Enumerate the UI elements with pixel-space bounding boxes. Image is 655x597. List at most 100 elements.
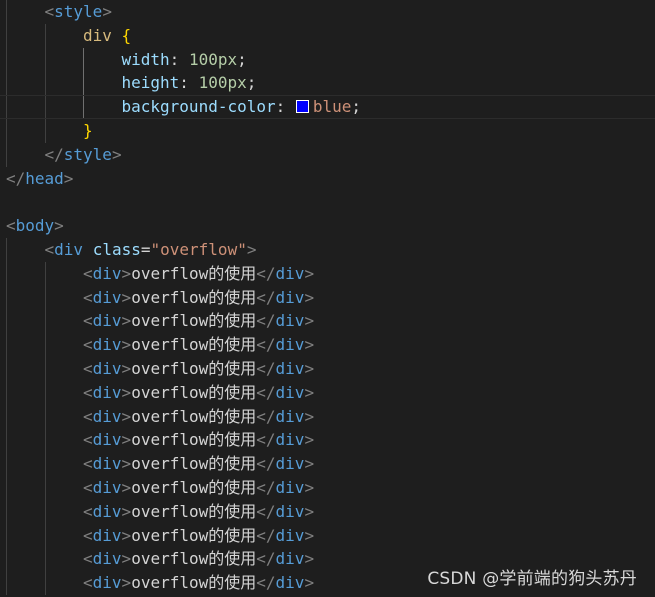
- code-token: div: [275, 335, 305, 355]
- code-token: >: [111, 144, 122, 164]
- code-token: <: [44, 2, 55, 21]
- code-token: div: [92, 263, 122, 283]
- code-token: overflow的使用: [131, 454, 257, 474]
- code-line[interactable]: <div>overflow的使用</div>: [0, 428, 655, 452]
- code-line[interactable]: <div>overflow的使用</div>: [0, 286, 655, 310]
- code-token: >: [304, 430, 315, 450]
- code-token: >: [304, 549, 315, 569]
- code-token: div: [275, 263, 305, 283]
- code-token: >: [304, 501, 315, 521]
- code-line[interactable]: <div>overflow的使用</div>: [0, 381, 655, 405]
- code-line[interactable]: background-color: blue;: [0, 95, 655, 119]
- code-token: div: [92, 359, 122, 378]
- code-token: <: [83, 311, 93, 331]
- code-line[interactable]: [0, 190, 655, 214]
- code-line[interactable]: div {: [0, 24, 655, 48]
- code-token: <: [83, 287, 93, 307]
- code-token: }: [83, 121, 93, 140]
- code-token: >: [121, 573, 132, 593]
- code-line[interactable]: height: 100px;: [0, 71, 655, 95]
- code-token: ;: [351, 97, 362, 117]
- code-token: div: [83, 25, 112, 45]
- code-line[interactable]: <div>overflow的使用</div>: [0, 357, 655, 381]
- code-token: </: [256, 573, 276, 593]
- code-token: >: [304, 525, 315, 545]
- code-token: </: [256, 525, 276, 545]
- code-line[interactable]: <div>overflow的使用</div>: [0, 309, 655, 333]
- code-token: >: [304, 382, 315, 402]
- code-line[interactable]: <div>overflow的使用</div>: [0, 333, 655, 357]
- code-token: </: [256, 430, 276, 450]
- code-token: div: [92, 335, 122, 355]
- code-token: >: [304, 406, 315, 426]
- code-token: >: [121, 430, 132, 450]
- csdn-watermark: CSDN @学前端的狗头苏丹: [427, 569, 637, 589]
- code-token: </: [256, 454, 276, 474]
- code-token: overflow的使用: [131, 406, 257, 426]
- code-line[interactable]: </head>: [0, 167, 655, 191]
- code-token: div: [275, 501, 305, 521]
- code-line[interactable]: <div class="overflow">: [0, 238, 655, 262]
- code-line[interactable]: <div>overflow的使用</div>: [0, 405, 655, 429]
- code-token: style: [54, 2, 103, 21]
- code-editor[interactable]: <style> div {width: 100px; height: 100px; b…: [0, 0, 655, 597]
- code-line[interactable]: <div>overflow的使用</div>: [0, 262, 655, 286]
- code-token: div: [92, 478, 122, 497]
- code-token: <: [83, 263, 93, 283]
- code-token: <: [83, 549, 93, 569]
- code-line[interactable]: <div>overflow的使用</div>: [0, 476, 655, 500]
- code-line[interactable]: <body>: [0, 214, 655, 238]
- code-token: overflow的使用: [131, 430, 257, 450]
- code-token: <: [83, 573, 93, 593]
- code-token: >: [304, 478, 315, 497]
- color-swatch-icon[interactable]: [295, 100, 309, 114]
- code-token: >: [102, 2, 112, 21]
- code-token: div: [92, 549, 122, 569]
- code-token: >: [121, 359, 132, 378]
- code-token: height: [121, 73, 180, 93]
- code-token: <: [6, 216, 16, 236]
- code-token: 100px: [198, 73, 247, 93]
- code-token: overflow的使用: [131, 287, 257, 307]
- code-token: background-color: [121, 97, 276, 117]
- code-token: >: [121, 549, 132, 569]
- code-token: div: [92, 406, 122, 426]
- code-line[interactable]: width: 100px;: [0, 48, 655, 72]
- code-token: div: [275, 454, 305, 474]
- code-token: <: [83, 501, 93, 521]
- code-line[interactable]: <div>overflow的使用</div>: [0, 524, 655, 548]
- code-token: >: [304, 573, 315, 593]
- code-token: >: [54, 216, 64, 236]
- code-token: "overflow": [150, 240, 247, 259]
- code-token: overflow的使用: [131, 335, 257, 355]
- code-line[interactable]: }: [0, 119, 655, 143]
- code-token: >: [304, 263, 315, 283]
- code-token: <: [83, 359, 93, 378]
- code-token: width: [121, 49, 170, 69]
- code-token: div: [54, 240, 84, 259]
- code-token: >: [121, 501, 132, 521]
- code-token: </: [256, 406, 276, 426]
- code-token: div: [275, 287, 305, 307]
- code-line[interactable]: <div>overflow的使用</div>: [0, 500, 655, 524]
- code-token: div: [92, 525, 122, 545]
- code-line[interactable]: <div>overflow的使用</div>: [0, 452, 655, 476]
- code-line[interactable]: <style>: [0, 0, 655, 24]
- code-token: div: [275, 478, 305, 497]
- code-token: </: [256, 311, 276, 331]
- code-token: div: [92, 501, 122, 521]
- code-token: :: [275, 97, 295, 117]
- code-token: :: [179, 73, 199, 93]
- code-line[interactable]: </style>: [0, 143, 655, 167]
- code-token: :: [169, 49, 189, 69]
- code-token: class: [92, 240, 141, 259]
- code-token: <: [83, 335, 93, 355]
- code-token: </: [44, 144, 64, 164]
- code-token: >: [304, 454, 315, 474]
- code-token: </: [256, 335, 276, 355]
- code-token: <: [83, 382, 93, 402]
- code-token: {: [121, 25, 132, 45]
- code-token: overflow的使用: [131, 525, 257, 545]
- code-token: >: [121, 454, 132, 474]
- code-token: >: [246, 240, 257, 259]
